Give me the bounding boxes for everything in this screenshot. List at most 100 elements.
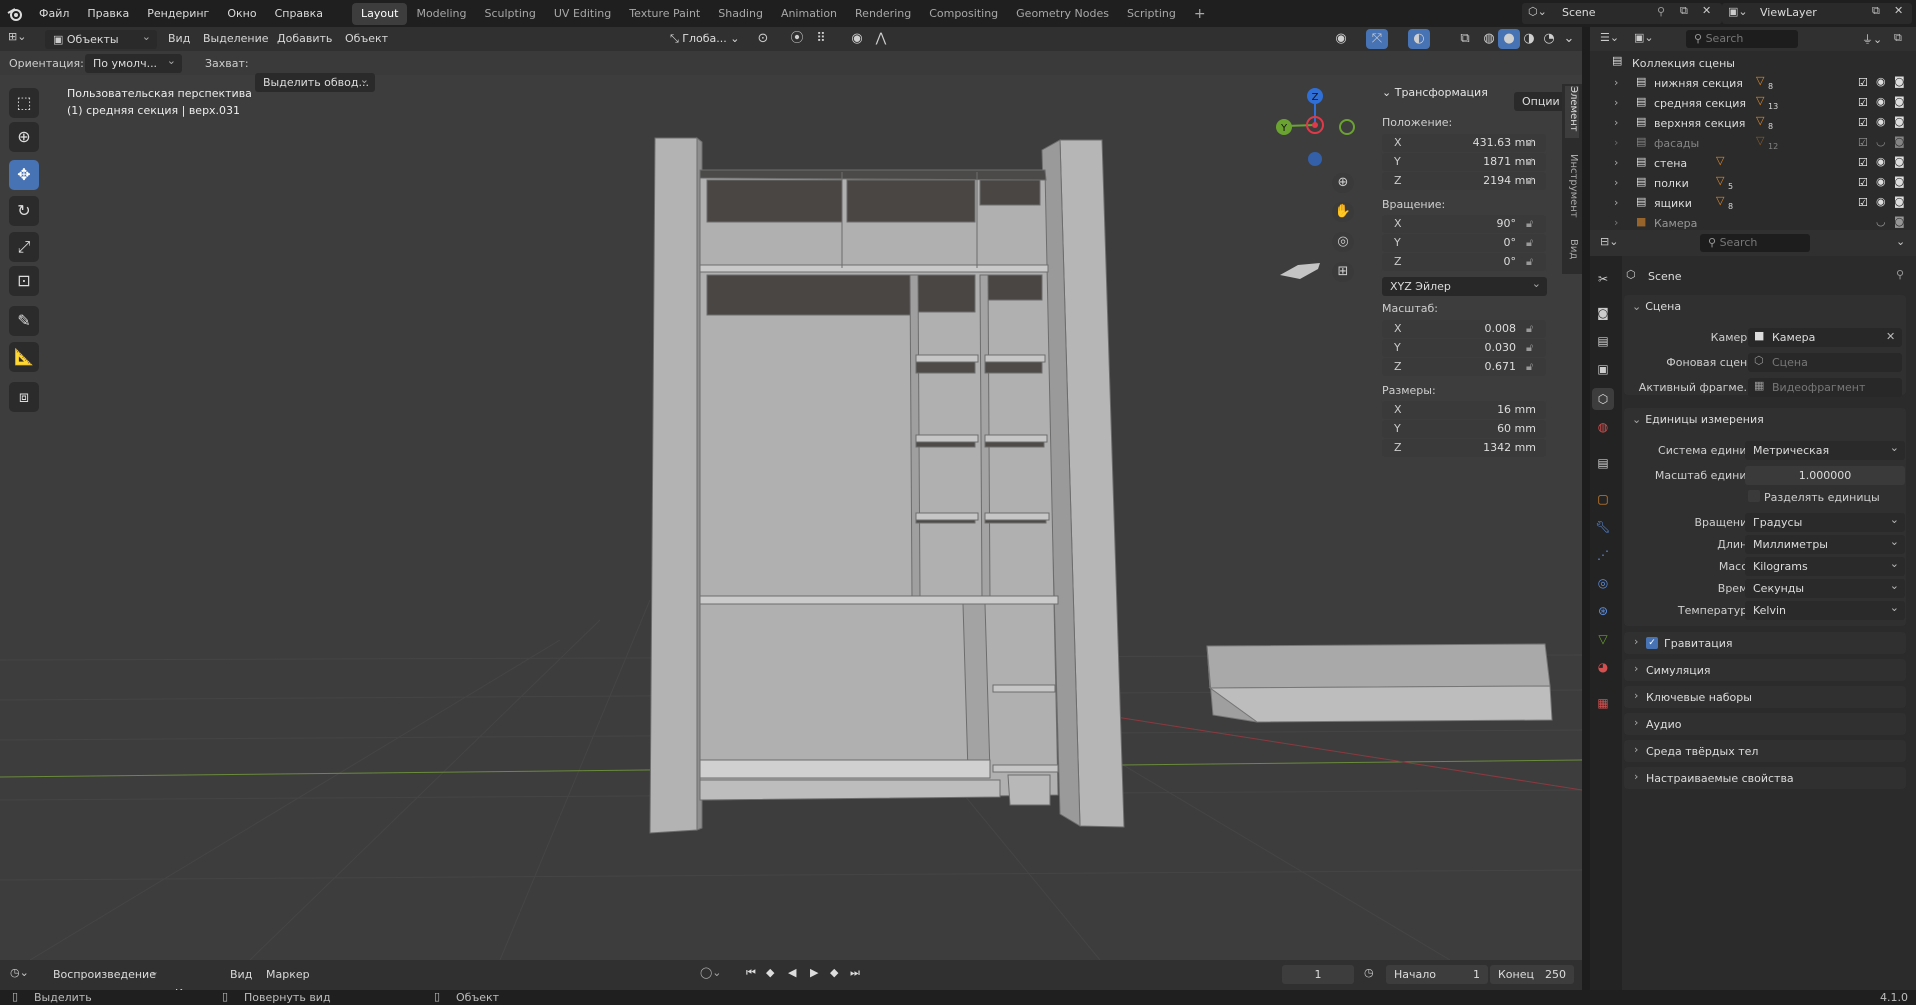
camera-view-icon[interactable]: ◎ (1332, 232, 1354, 252)
audio-panel[interactable]: › Аудио (1624, 713, 1906, 735)
location-z-field[interactable]: Z 2194 mm (1382, 172, 1546, 190)
mass-dropdown[interactable]: Kilograms (1745, 557, 1905, 576)
tab-tool[interactable]: Инструмент (1565, 154, 1579, 224)
expand-icon[interactable]: › (1614, 136, 1618, 149)
include-checkbox[interactable]: ☑ (1858, 96, 1868, 109)
menu-select[interactable]: Выделение (203, 32, 269, 45)
timeline-editor-icon[interactable]: ◷⌄ (10, 966, 29, 979)
gravity-panel[interactable]: › ✓ Гравитация (1624, 632, 1906, 654)
location-y-field[interactable]: Y 1871 mm (1382, 153, 1546, 171)
pan-icon[interactable]: ✋ (1332, 202, 1354, 222)
simulation-panel[interactable]: › Симуляция (1624, 659, 1906, 681)
tab-layout[interactable]: Layout (352, 2, 408, 25)
transform-orientation-dropdown[interactable]: ⤡ Глоба... ⌄ (670, 32, 740, 46)
falloff-icon[interactable]: ⋀ (870, 29, 892, 49)
dropdown-icon[interactable]: ⌄ (1896, 235, 1905, 248)
tab-shading[interactable]: Shading (709, 3, 772, 25)
zoom-icon[interactable]: ⊕ (1332, 173, 1354, 193)
filter-icon[interactable]: ⏚⌄ (1862, 31, 1882, 47)
navigation-gizmo[interactable]: Z Y (1266, 84, 1362, 174)
dimensions-x-field[interactable]: X 16 mm (1382, 401, 1546, 419)
lock-location-x-icon[interactable]: 🔓︎ (1526, 136, 1533, 150)
eye-icon[interactable]: ◉ (1876, 95, 1886, 108)
dimensions-y-field[interactable]: Y 60 mm (1382, 420, 1546, 438)
eye-icon[interactable]: ◉ (1876, 195, 1886, 208)
include-checkbox[interactable]: ☑ (1858, 76, 1868, 89)
new-scene-icon[interactable]: ⧉ (1680, 4, 1688, 18)
expand-icon[interactable]: › (1614, 156, 1618, 169)
timeline-view-menu[interactable]: Вид (230, 968, 252, 981)
jump-end-icon[interactable]: ⏭ (850, 966, 860, 980)
scale-tool[interactable]: ⤢ (9, 232, 39, 262)
unit-scale-field[interactable]: 1.000000 (1745, 466, 1905, 485)
timeline-marker-menu[interactable]: Маркер (266, 968, 310, 981)
xray-icon[interactable]: ⧉ (1454, 29, 1476, 49)
pin-icon[interactable]: ⚲ (1896, 268, 1904, 281)
cursor-tool[interactable]: ⊕ (9, 122, 39, 152)
lock-rotation-x-icon[interactable]: 🔓︎ (1526, 217, 1533, 231)
render-icon[interactable]: ◙ (1894, 195, 1905, 208)
tool-tab-icon[interactable]: ✂ (1592, 268, 1614, 290)
dimensions-z-field[interactable]: Z 1342 mm (1382, 439, 1546, 457)
mode-dropdown[interactable]: ▣ Объекты (45, 30, 157, 49)
pivot-icon[interactable]: ⊙ (752, 29, 774, 49)
separate-units-checkbox[interactable] (1748, 490, 1760, 502)
play-icon[interactable]: ▶ (810, 966, 818, 979)
outliner-editor-icon[interactable]: ☰⌄ (1600, 31, 1619, 44)
eye-closed-icon[interactable]: ◡ (1876, 215, 1886, 228)
outliner-search[interactable]: ⚲ Search (1686, 30, 1798, 48)
lock-location-z-icon[interactable]: 🔓︎ (1526, 174, 1533, 188)
shading-rendered-icon[interactable]: ◔ (1538, 29, 1560, 49)
jump-start-icon[interactable]: ⏮ (746, 966, 756, 980)
eye-icon[interactable]: ◉ (1876, 175, 1886, 188)
lock-rotation-z-icon[interactable]: 🔓︎ (1526, 255, 1533, 269)
orientation-dropdown[interactable]: По умолч... (85, 54, 182, 73)
bg-scene-field[interactable]: ⬡ Сцена (1748, 353, 1902, 372)
expand-icon[interactable]: › (1614, 116, 1618, 129)
scale-z-field[interactable]: Z 0.671 (1382, 358, 1546, 376)
rotation-mode-dropdown[interactable]: XYZ Эйлер (1382, 277, 1547, 296)
outliner-row[interactable]: › ▤ верхняя секция ▽ 8 ☑ ◉ ◙ (1598, 113, 1916, 133)
include-checkbox[interactable]: ☑ (1858, 156, 1868, 169)
menu-add[interactable]: Добавить (277, 32, 332, 45)
drag-dropdown[interactable]: Выделить обвод... (255, 73, 375, 92)
current-frame-field[interactable]: 1 (1282, 965, 1354, 984)
outliner-row[interactable]: › ■ Камера ◡ ◙ (1598, 213, 1916, 230)
proportional-edit-icon[interactable]: ◉ (846, 29, 868, 49)
clock-icon[interactable]: ◷ (1364, 966, 1374, 979)
tab-view[interactable]: Вид (1565, 239, 1579, 269)
texture-tab-icon[interactable]: ▦ (1592, 692, 1614, 714)
properties-editor-icon[interactable]: ⊟⌄ (1600, 235, 1618, 248)
add-workspace-button[interactable]: + (1185, 3, 1215, 25)
expand-icon[interactable]: › (1614, 216, 1618, 229)
outliner-row[interactable]: › ▤ полки ▽ 5 ☑ ◉ ◙ (1598, 173, 1916, 193)
editor-type-icon[interactable]: ⊞⌄ (8, 30, 40, 48)
expand-icon[interactable]: › (1614, 176, 1618, 189)
outliner-row[interactable]: › ▤ стена ▽ ☑ ◉ ◙ (1598, 153, 1916, 173)
time-dropdown[interactable]: Секунды (1745, 579, 1905, 598)
material-tab-icon[interactable]: ◕ (1592, 656, 1614, 678)
menu-help[interactable]: Справка (266, 0, 332, 27)
tab-animation[interactable]: Animation (772, 3, 846, 25)
tab-texture-paint[interactable]: Texture Paint (620, 3, 709, 25)
select-box-tool[interactable]: ⬚ (9, 88, 39, 118)
move-tool[interactable]: ✥ (9, 160, 39, 190)
eye-closed-icon[interactable]: ◡ (1876, 135, 1886, 148)
npanel-title[interactable]: ⌄ Трансформация (1382, 86, 1488, 99)
lock-scale-y-icon[interactable]: 🔓︎ (1526, 341, 1533, 355)
eye-icon[interactable]: ◉ (1876, 115, 1886, 128)
rotation-x-field[interactable]: X 90° (1382, 215, 1546, 233)
rotation-z-field[interactable]: Z 0° (1382, 253, 1546, 271)
eye-icon[interactable]: ◉ (1876, 155, 1886, 168)
tab-item[interactable]: Элемент (1565, 86, 1579, 138)
menu-file[interactable]: Файл (30, 0, 78, 27)
expand-icon[interactable]: › (1614, 196, 1618, 209)
tab-compositing[interactable]: Compositing (920, 3, 1007, 25)
rotation-units-dropdown[interactable]: Градусы (1745, 513, 1905, 532)
location-x-field[interactable]: X 431.63 mm (1382, 134, 1546, 152)
snap-target-icon[interactable]: ⠿ (810, 29, 832, 49)
shading-solid-icon[interactable]: ● (1498, 29, 1520, 49)
temperature-dropdown[interactable]: Kelvin (1745, 601, 1905, 620)
outliner-row[interactable]: › ▤ ящики ▽ 8 ☑ ◉ ◙ (1598, 193, 1916, 213)
render-icon[interactable]: ◙ (1894, 135, 1905, 148)
